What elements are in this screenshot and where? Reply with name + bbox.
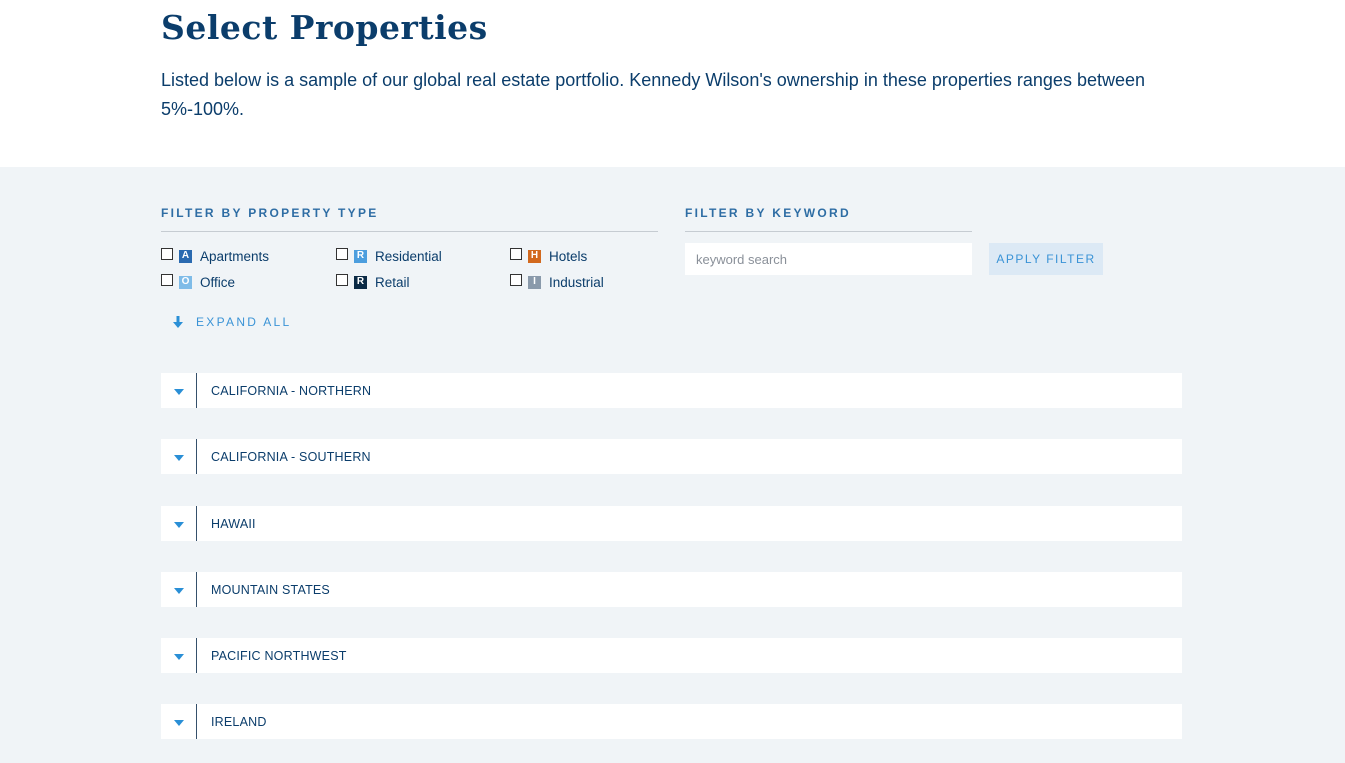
caret-down-icon (173, 719, 184, 726)
page-title: Select Properties (161, 8, 488, 47)
apply-filter-button[interactable]: APPLY FILTER (989, 243, 1103, 275)
expand-all-button[interactable]: EXPAND ALL (171, 315, 291, 329)
region-california-southern[interactable]: CALIFORNIA - SOUTHERN (161, 439, 1182, 474)
type-filter-label: Office (200, 274, 236, 290)
type-filter-label: Industrial (549, 274, 604, 290)
type-filter-industrial[interactable]: I Industrial (510, 274, 604, 290)
keyword-search-input[interactable] (685, 243, 972, 275)
office-type-icon: O (179, 275, 192, 289)
type-filter-office[interactable]: O Office (161, 274, 235, 290)
type-filter-label: Hotels (549, 248, 588, 264)
caret-down-icon (173, 388, 184, 395)
region-label: IRELAND (211, 714, 267, 729)
checkbox[interactable] (510, 274, 522, 286)
expand-all-label: EXPAND ALL (196, 315, 292, 329)
region-ireland[interactable]: IRELAND (161, 704, 1182, 739)
industrial-type-icon: I (528, 275, 541, 289)
caret-down-icon (173, 454, 184, 461)
type-filter-label: Retail (375, 274, 410, 290)
checkbox[interactable] (161, 248, 173, 260)
type-filter-apartments[interactable]: A Apartments (161, 248, 269, 264)
filter-property-type-heading: FILTER BY PROPERTY TYPE (161, 206, 379, 220)
checkbox[interactable] (510, 248, 522, 260)
caret-down-icon (173, 521, 184, 528)
checkbox[interactable] (336, 248, 348, 260)
region-label: CALIFORNIA - SOUTHERN (211, 449, 371, 464)
filter-keyword-heading: FILTER BY KEYWORD (685, 206, 851, 220)
region-toggle[interactable] (161, 439, 197, 474)
intro-section: Select Properties Listed below is a samp… (0, 0, 1345, 167)
checkbox[interactable] (161, 274, 173, 286)
caret-down-icon (173, 653, 184, 660)
region-hawaii[interactable]: HAWAII (161, 506, 1182, 541)
divider (685, 231, 972, 232)
region-label: MOUNTAIN STATES (211, 582, 330, 597)
region-toggle[interactable] (161, 373, 197, 408)
apartments-type-icon: A (179, 249, 192, 263)
hotels-type-icon: H (528, 249, 541, 263)
arrow-down-icon (173, 316, 183, 328)
region-label: CALIFORNIA - NORTHERN (211, 383, 372, 398)
type-filter-residential[interactable]: R Residential (336, 248, 442, 264)
residential-type-icon: R (354, 249, 367, 263)
type-filter-label: Apartments (200, 248, 270, 264)
retail-type-icon: R (354, 275, 367, 289)
region-toggle[interactable] (161, 572, 197, 607)
region-mountain-states[interactable]: MOUNTAIN STATES (161, 572, 1182, 607)
caret-down-icon (173, 587, 184, 594)
region-california-northern[interactable]: CALIFORNIA - NORTHERN (161, 373, 1182, 408)
divider (161, 231, 658, 232)
region-toggle[interactable] (161, 638, 197, 673)
region-label: HAWAII (211, 516, 256, 531)
region-toggle[interactable] (161, 506, 197, 541)
checkbox[interactable] (336, 274, 348, 286)
region-label: PACIFIC NORTHWEST (211, 648, 347, 663)
filter-panel: FILTER BY PROPERTY TYPE FILTER BY KEYWOR… (0, 167, 1345, 763)
region-toggle[interactable] (161, 704, 197, 739)
type-filter-label: Residential (375, 248, 442, 264)
type-filter-retail[interactable]: R Retail (336, 274, 410, 290)
type-filter-hotels[interactable]: H Hotels (510, 248, 587, 264)
region-pacific-northwest[interactable]: PACIFIC NORTHWEST (161, 638, 1182, 673)
page-description: Listed below is a sample of our global r… (161, 70, 1145, 119)
